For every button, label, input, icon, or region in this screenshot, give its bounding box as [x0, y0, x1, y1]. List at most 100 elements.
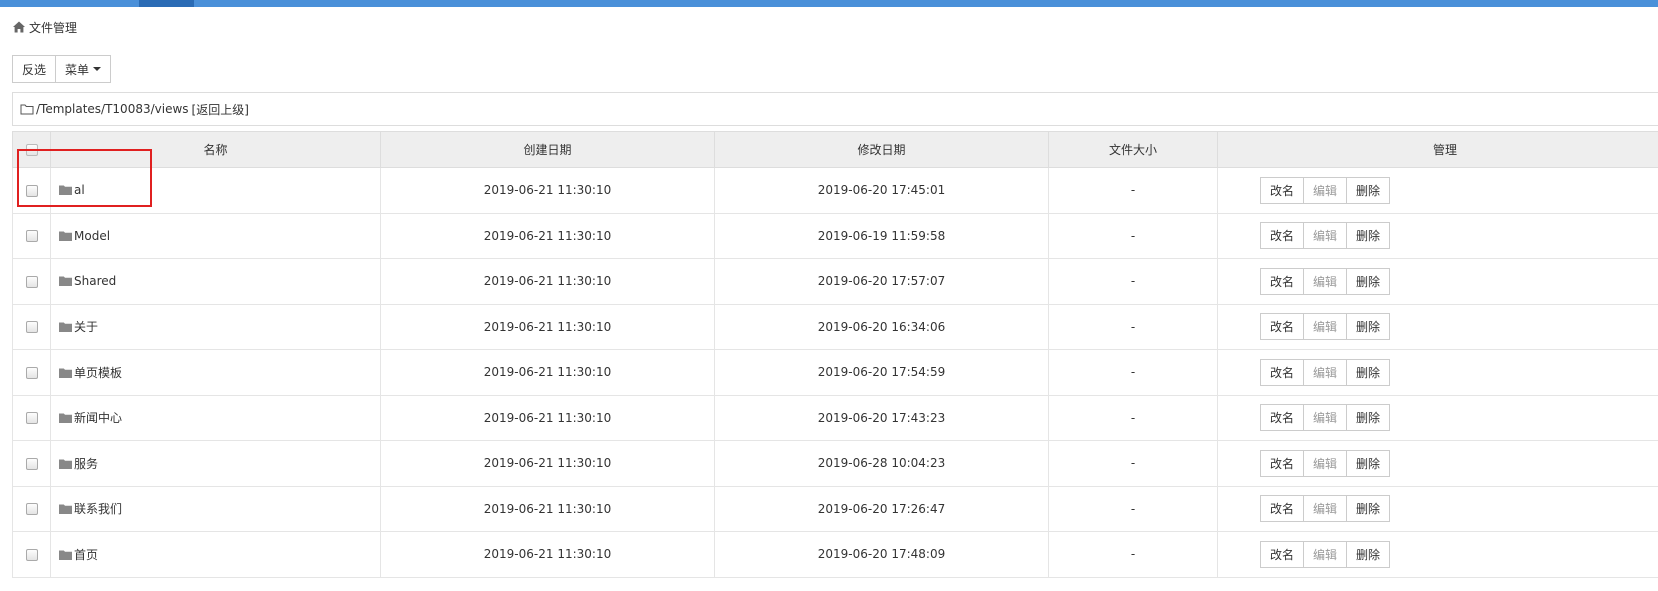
rename-button[interactable]: 改名	[1259, 404, 1304, 432]
edit-button[interactable]: 编辑	[1303, 176, 1347, 204]
file-name-link[interactable]: Shared	[74, 274, 116, 288]
row-checkbox[interactable]	[25, 366, 38, 379]
row-select-cell	[12, 212, 51, 259]
header-created[interactable]: 创建日期	[380, 131, 715, 168]
row-checkbox[interactable]	[25, 457, 38, 470]
delete-button[interactable]: 删除	[1347, 404, 1391, 432]
edit-button[interactable]: 编辑	[1303, 449, 1347, 477]
file-size: -	[1048, 485, 1218, 532]
delete-button[interactable]: 删除	[1347, 267, 1391, 295]
file-name-link[interactable]: 新闻中心	[74, 411, 122, 425]
folder-icon	[59, 413, 72, 424]
path-bar: /Templates/T10083/views [返回上级]	[12, 92, 1658, 126]
manage-cell: 改名 编辑 删除	[1217, 303, 1658, 350]
table-row: 首页 2019-06-21 11:30:10 2019-06-20 17:48:…	[12, 531, 1658, 578]
table-row: 单页模板 2019-06-21 11:30:10 2019-06-20 17:5…	[12, 349, 1658, 396]
edit-button[interactable]: 编辑	[1303, 358, 1347, 386]
file-name-link[interactable]: al	[74, 183, 85, 197]
rename-button[interactable]: 改名	[1259, 313, 1304, 341]
caret-down-icon	[93, 67, 102, 71]
file-name-link[interactable]: 首页	[74, 548, 98, 562]
rename-button[interactable]: 改名	[1259, 267, 1304, 295]
table-row: 新闻中心 2019-06-21 11:30:10 2019-06-20 17:4…	[12, 394, 1658, 441]
folder-icon	[59, 276, 72, 287]
edit-button[interactable]: 编辑	[1303, 313, 1347, 341]
invert-selection-label: 反选	[22, 62, 47, 77]
delete-button[interactable]: 删除	[1347, 449, 1391, 477]
file-name-link[interactable]: 单页模板	[74, 366, 122, 380]
file-name-cell: al	[50, 167, 381, 214]
rename-button[interactable]: 改名	[1259, 176, 1304, 204]
top-nav-bar	[0, 0, 1658, 7]
rename-button[interactable]: 改名	[1259, 222, 1304, 250]
file-name-cell: 关于	[50, 303, 381, 350]
file-name-link[interactable]: Model	[74, 229, 110, 243]
file-size: -	[1048, 258, 1218, 305]
row-checkbox[interactable]	[25, 548, 38, 561]
action-button-group: 改名 编辑 删除	[1259, 358, 1391, 386]
created-date: 2019-06-21 11:30:10	[380, 349, 715, 396]
row-checkbox[interactable]	[25, 230, 38, 243]
row-select-cell	[12, 394, 51, 441]
modified-date: 2019-06-19 11:59:58	[714, 212, 1049, 259]
file-table: 名称 创建日期 修改日期 文件大小 管理 al 2019-06-21 11:30…	[12, 131, 1658, 578]
edit-button[interactable]: 编辑	[1303, 540, 1347, 568]
header-name[interactable]: 名称	[50, 131, 381, 168]
invert-selection-button[interactable]: 反选	[12, 55, 57, 83]
created-date: 2019-06-21 11:30:10	[380, 303, 715, 350]
modified-date: 2019-06-20 17:57:07	[714, 258, 1049, 305]
file-name-link[interactable]: 关于	[74, 320, 98, 334]
header-manage: 管理	[1217, 131, 1658, 168]
edit-button[interactable]: 编辑	[1303, 222, 1347, 250]
file-size: -	[1048, 394, 1218, 441]
row-checkbox[interactable]	[25, 321, 38, 334]
row-select-cell	[12, 303, 51, 350]
row-checkbox[interactable]	[25, 275, 38, 288]
page-title: 文件管理	[29, 20, 78, 35]
action-button-group: 改名 编辑 删除	[1259, 404, 1391, 432]
folder-icon	[59, 322, 72, 333]
delete-button[interactable]: 删除	[1347, 313, 1391, 341]
table-row: Shared 2019-06-21 11:30:10 2019-06-20 17…	[12, 258, 1658, 305]
row-checkbox[interactable]	[25, 184, 38, 197]
created-date: 2019-06-21 11:30:10	[380, 485, 715, 532]
rename-button[interactable]: 改名	[1259, 449, 1304, 477]
modified-date: 2019-06-20 17:26:47	[714, 485, 1049, 532]
modified-date: 2019-06-20 16:34:06	[714, 303, 1049, 350]
header-modified[interactable]: 修改日期	[714, 131, 1049, 168]
delete-button[interactable]: 删除	[1347, 176, 1391, 204]
file-name-cell: 首页	[50, 531, 381, 578]
row-select-cell	[12, 349, 51, 396]
folder-outline-icon	[20, 104, 34, 115]
modified-date: 2019-06-28 10:04:23	[714, 440, 1049, 487]
file-name-cell: Model	[50, 212, 381, 259]
row-checkbox[interactable]	[25, 412, 38, 425]
file-name-link[interactable]: 联系我们	[74, 502, 122, 516]
manage-cell: 改名 编辑 删除	[1217, 485, 1658, 532]
file-size: -	[1048, 212, 1218, 259]
delete-button[interactable]: 删除	[1347, 540, 1391, 568]
header-size[interactable]: 文件大小	[1048, 131, 1218, 168]
rename-button[interactable]: 改名	[1259, 495, 1304, 523]
rename-button[interactable]: 改名	[1259, 358, 1304, 386]
delete-button[interactable]: 删除	[1347, 358, 1391, 386]
delete-button[interactable]: 删除	[1347, 222, 1391, 250]
rename-button[interactable]: 改名	[1259, 540, 1304, 568]
file-size: -	[1048, 349, 1218, 396]
row-checkbox[interactable]	[25, 503, 38, 516]
row-select-cell	[12, 258, 51, 305]
file-name-link[interactable]: 服务	[74, 457, 98, 471]
manage-cell: 改名 编辑 删除	[1217, 258, 1658, 305]
select-all-checkbox[interactable]	[25, 144, 38, 156]
delete-button[interactable]: 删除	[1347, 495, 1391, 523]
edit-button[interactable]: 编辑	[1303, 404, 1347, 432]
edit-button[interactable]: 编辑	[1303, 267, 1347, 295]
top-nav-active-tab[interactable]	[139, 0, 194, 7]
menu-dropdown-button[interactable]: 菜单	[56, 55, 112, 83]
parent-folder-link[interactable]: [返回上级]	[192, 101, 249, 118]
table-row: Model 2019-06-21 11:30:10 2019-06-19 11:…	[12, 212, 1658, 259]
action-button-group: 改名 编辑 删除	[1259, 540, 1391, 568]
file-size: -	[1048, 303, 1218, 350]
edit-button[interactable]: 编辑	[1303, 495, 1347, 523]
menu-label: 菜单	[65, 62, 90, 77]
